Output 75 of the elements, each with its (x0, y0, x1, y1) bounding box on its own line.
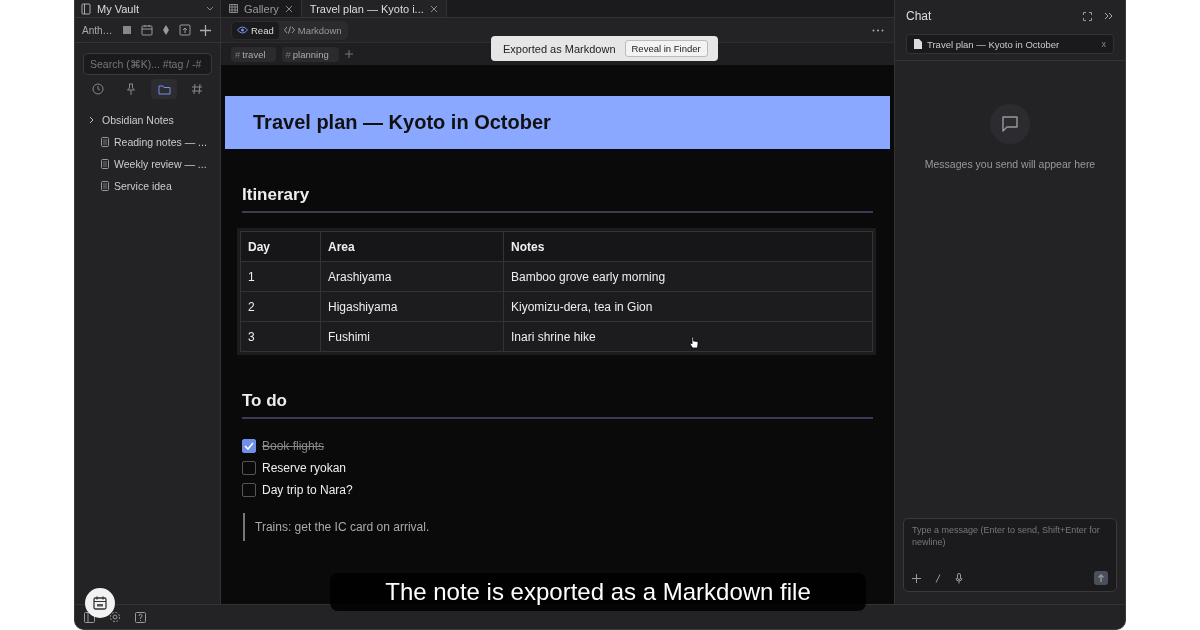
plus-icon[interactable] (912, 573, 921, 583)
more-icon[interactable] (872, 28, 884, 32)
tag-chip[interactable]: # planning (281, 46, 339, 62)
caption: The note is exported as a Markdown file (330, 573, 866, 611)
task-label: Day trip to Nara? (262, 483, 353, 497)
pointer-cursor-icon (689, 336, 699, 349)
view-mode-tab[interactable]: Markdown (278, 21, 347, 39)
document-icon (101, 181, 109, 191)
column-header: Day (240, 231, 321, 262)
document-icon (101, 159, 109, 169)
table-cell: Kiyomizu-dera, tea in Gion (503, 291, 873, 322)
upload-icon[interactable] (178, 24, 191, 36)
folder-icon[interactable] (151, 79, 178, 99)
toast-message: Exported as Markdown (503, 42, 616, 55)
column-header: Area (320, 231, 504, 262)
task-label: Reserve ryokan (262, 461, 347, 475)
section-heading: Itinerary (242, 185, 873, 213)
calendar-icon (93, 596, 107, 610)
close-icon[interactable] (429, 4, 438, 13)
code-icon (283, 26, 295, 34)
tag-chip[interactable]: # travel (231, 46, 276, 62)
add-tag-icon[interactable] (344, 50, 353, 58)
table-cell: Bamboo grove early morning (503, 261, 873, 292)
search-field[interactable]: Search (⌘K)... #tag / -# (83, 53, 212, 75)
slash-icon[interactable] (935, 573, 941, 583)
vault-icon (81, 2, 91, 15)
file-item[interactable]: Service idea (89, 175, 220, 197)
double-chevron-icon[interactable] (1104, 12, 1113, 20)
folder-item[interactable]: Obsidian Notes (89, 109, 220, 131)
table-cell: 3 (240, 321, 321, 352)
table-cell: 2 (240, 291, 321, 322)
diamond-icon[interactable] (161, 24, 170, 36)
column-header: Notes (503, 231, 873, 262)
file-item[interactable]: Weekly review — ... (89, 153, 220, 175)
checkbox[interactable] (242, 439, 256, 453)
panel-title: Chat (906, 9, 932, 23)
empty-state-message: Messages you send will appear here (924, 158, 1096, 170)
remove-button[interactable]: x (1101, 39, 1106, 49)
checkbox[interactable] (242, 483, 256, 497)
document-icon (101, 137, 109, 147)
message-input[interactable]: Type a message (Enter to send, Shift+Enter for newline) (912, 525, 1108, 571)
caret-icon (89, 116, 95, 124)
checkbox[interactable] (242, 461, 256, 475)
table-cell: Arashiyama (320, 261, 504, 292)
expand-icon[interactable] (1083, 11, 1092, 21)
table-cell: Fushimi (320, 321, 504, 352)
microphone-icon[interactable] (955, 572, 963, 584)
note-title: Travel plan — Kyoto in October (225, 96, 890, 149)
attachment-chip: Travel plan — Kyoto in October x (906, 34, 1114, 54)
document-icon (914, 39, 922, 49)
settings-icon[interactable] (109, 611, 121, 623)
chevron-down-icon (206, 5, 214, 12)
close-icon[interactable] (284, 4, 293, 13)
table-cell: Higashiyama (320, 291, 504, 322)
sidebar-toggle-icon[interactable] (84, 611, 95, 623)
message-composer[interactable]: Type a message (Enter to send, Shift+Enter for newline) (903, 518, 1117, 592)
toolbar-label[interactable]: Anth… (82, 24, 113, 36)
help-icon[interactable] (135, 611, 146, 623)
eye-icon (237, 26, 248, 34)
table-cell: 1 (240, 261, 321, 292)
tab[interactable]: Gallery (221, 0, 302, 17)
tab[interactable]: Travel plan — Kyoto i... (301, 0, 447, 17)
vault-switcher[interactable]: My Vault (75, 0, 220, 18)
task-label: Book flights (262, 439, 325, 453)
chat-bubble-icon (990, 104, 1030, 144)
section-heading: To do (242, 391, 873, 419)
grid-icon (229, 4, 238, 13)
file-item[interactable]: Reading notes — ... (89, 131, 220, 153)
plus-icon[interactable] (199, 24, 211, 36)
square-icon[interactable] (121, 25, 132, 35)
blockquote: Trains: get the IC card on arrival. (243, 513, 873, 541)
calendar-icon[interactable] (140, 24, 153, 36)
reveal-button[interactable]: Reveal in Finder (624, 40, 708, 57)
view-mode-tab[interactable]: Read (232, 21, 279, 39)
send-button[interactable] (1094, 571, 1108, 585)
